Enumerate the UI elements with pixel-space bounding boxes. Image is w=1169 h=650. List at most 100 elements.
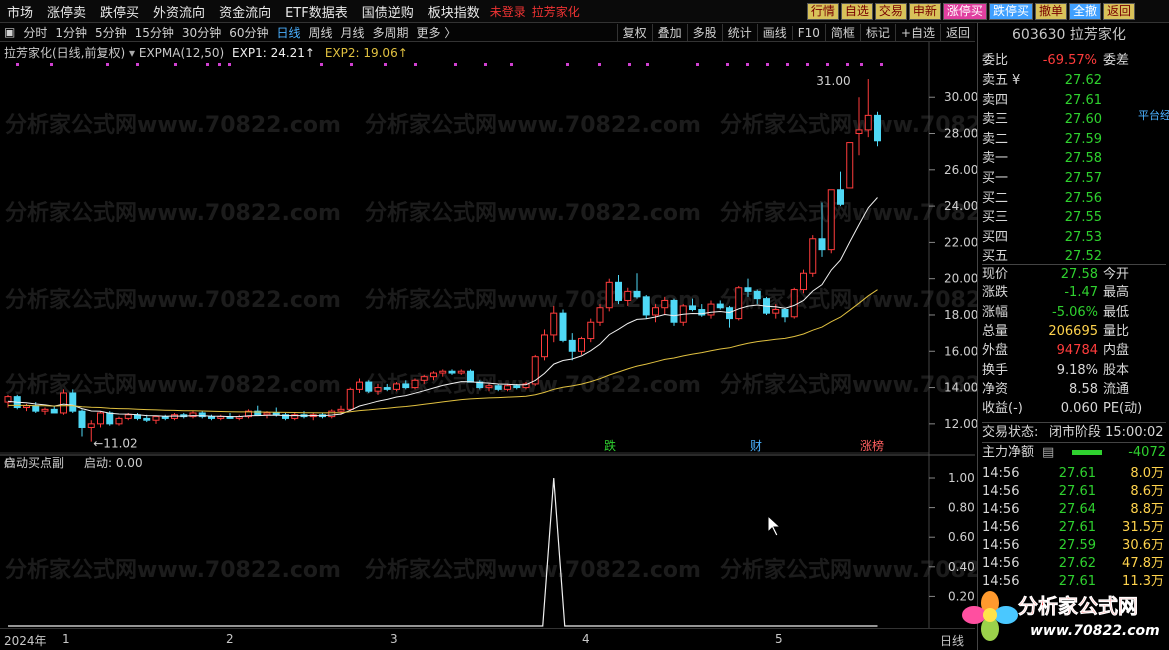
- ask-row[interactable]: 卖一 27.58: [982, 149, 1166, 168]
- cycle-dot: [350, 63, 353, 66]
- list-icon[interactable]: ▤: [1042, 443, 1054, 462]
- tick-row: 14:56 27.61 31.5万: [982, 518, 1166, 537]
- nav-limitdown-buy[interactable]: 跌停买: [93, 2, 146, 21]
- ask-row[interactable]: 卖二 27.59: [982, 130, 1166, 149]
- period-tab-8[interactable]: 月线: [337, 24, 369, 41]
- cancel-order-button[interactable]: 撤单: [1034, 3, 1067, 20]
- ask-price: 27.60: [1064, 112, 1102, 127]
- watermark-text: 分析家公式网www.70822.com: [365, 557, 701, 583]
- nav-capital-flow[interactable]: 资金流向: [212, 2, 278, 21]
- watchlist-button[interactable]: 自选: [840, 3, 873, 20]
- ask-label: 卖五: [982, 73, 1009, 88]
- tool-draw[interactable]: 画线: [756, 24, 792, 41]
- tool-stats[interactable]: 统计: [721, 24, 757, 41]
- tick-volume: 8.0万: [1130, 466, 1164, 481]
- cycle-dot: [766, 63, 769, 66]
- tool-f10[interactable]: F10: [791, 25, 825, 40]
- stat-row: 净资 8.58 流通: [982, 380, 1166, 399]
- period-tab-3[interactable]: 15分钟: [131, 24, 178, 41]
- period-tab-7[interactable]: 周线: [305, 24, 337, 41]
- tool-mark[interactable]: 标记: [859, 24, 895, 41]
- stat-label-2: 股本: [1103, 362, 1130, 378]
- trade-button[interactable]: 交易: [874, 3, 907, 20]
- stat-row: 涨幅 -5.06% 最低: [982, 303, 1166, 322]
- tool-overlay[interactable]: 叠加: [651, 24, 687, 41]
- candle-up: [152, 416, 160, 421]
- candle-down: [689, 305, 696, 311]
- back-button[interactable]: 返回: [1102, 3, 1135, 20]
- platform-label[interactable]: 平台经: [1138, 106, 1169, 125]
- stat-row: 外盘 94784 内盘: [982, 341, 1166, 360]
- sub-tick-label: 0.60: [948, 530, 975, 544]
- month-label-3: 3: [390, 632, 398, 646]
- event-marker[interactable]: 涨榜: [860, 438, 884, 453]
- stat-label-2: 最高: [1103, 285, 1130, 301]
- square-icon[interactable]: ▣: [0, 25, 19, 39]
- ipo-button[interactable]: 申新: [908, 3, 941, 20]
- period-tab-5[interactable]: 60分钟: [225, 24, 272, 41]
- nav-market[interactable]: 市场: [0, 2, 40, 21]
- candle-down: [383, 387, 391, 390]
- event-marker[interactable]: 跌: [604, 438, 616, 453]
- tool-back[interactable]: 返回: [939, 24, 975, 41]
- nav-limitup-sell[interactable]: 涨停卖: [40, 2, 93, 21]
- bid-price: 27.55: [1064, 210, 1102, 225]
- limitdown-sell-button[interactable]: 跌停买: [988, 3, 1033, 20]
- flow-bar: [1072, 450, 1102, 455]
- login-status[interactable]: 未登录: [487, 3, 529, 20]
- stock-name-tag: 拉芳家化: [531, 4, 580, 19]
- cancel-all-button[interactable]: 全撤: [1068, 3, 1101, 20]
- sub-chart-value: 启动: 0.00: [84, 456, 143, 470]
- quote-panel: 603630 拉芳家化 委比 -69.57% 委差 卖五 27.62 ¥ 卖四 27.6…: [977, 23, 1169, 650]
- cycle-dot: [846, 63, 849, 66]
- top-dots: [16, 63, 883, 66]
- candle-up: [596, 307, 604, 323]
- period-tab-more[interactable]: 更多 〉: [413, 24, 461, 41]
- tick-price: 27.64: [1058, 502, 1096, 517]
- period-tab-9[interactable]: 多周期: [369, 24, 413, 41]
- tick-price: 27.61: [1058, 466, 1096, 481]
- candle-down: [78, 410, 86, 428]
- nav-foreign-flow[interactable]: 外资流向: [146, 2, 212, 21]
- period-tab-daily[interactable]: 日线: [272, 24, 304, 41]
- cycle-dot: [206, 63, 209, 66]
- toolbar-buttons: 行情 自选 交易 申新 涨停买 跌停买 撤单 全撤 返回: [806, 3, 1135, 20]
- tool-adjust[interactable]: 复权: [616, 24, 652, 41]
- expand-icon[interactable]: ▾: [129, 46, 135, 60]
- ask-row[interactable]: 卖五 27.62 ¥: [982, 71, 1166, 90]
- y-tick-label: 22.00: [944, 235, 977, 249]
- year-label: 2024年: [4, 634, 47, 648]
- cycle-dot: [50, 63, 53, 66]
- tick-row: 14:56 27.59 30.6万: [982, 536, 1166, 555]
- bid-row[interactable]: 买三 27.55: [982, 208, 1166, 227]
- candle-up: [790, 289, 798, 318]
- candle-up: [652, 307, 659, 316]
- nav-bond-repo[interactable]: 国债逆购: [355, 2, 421, 21]
- tool-simple[interactable]: 简框: [824, 24, 860, 41]
- month-label-1: 1: [62, 632, 70, 646]
- period-tab-1[interactable]: 1分钟: [51, 24, 91, 41]
- tool-multi[interactable]: 多股: [686, 24, 722, 41]
- candle-up: [457, 370, 465, 374]
- flow-label: 主力净额: [982, 445, 1035, 460]
- nav-sector-index[interactable]: 板块指数: [421, 2, 487, 21]
- tick-time: 14:56: [982, 502, 1020, 517]
- event-marker[interactable]: 财: [750, 439, 762, 453]
- period-tab-0[interactable]: 分时: [19, 24, 51, 41]
- candle-down: [365, 381, 373, 392]
- tool-add-watch[interactable]: +自选: [894, 24, 940, 41]
- cycle-dot: [228, 63, 231, 66]
- period-tab-4[interactable]: 30分钟: [178, 24, 225, 41]
- nav-etf-table[interactable]: ETF数据表: [278, 2, 355, 21]
- period-tab-2[interactable]: 5分钟: [91, 24, 131, 41]
- chart-area[interactable]: 分析家公式网www.70822.com 分析家公式网www.70822.com 分析…: [0, 42, 977, 628]
- candle-down: [494, 385, 502, 390]
- bid-row[interactable]: 买一 27.57: [982, 169, 1166, 188]
- period-bar: ▣ 分时 1分钟 5分钟 15分钟 30分钟 60分钟 日线 周线 月线 多周期…: [0, 23, 975, 42]
- quote-button[interactable]: 行情: [806, 3, 839, 20]
- bid-row[interactable]: 买二 27.56: [982, 189, 1166, 208]
- limitup-buy-button[interactable]: 涨停买: [942, 3, 987, 20]
- bid-row[interactable]: 买四 27.53: [982, 228, 1166, 247]
- candle-up: [23, 405, 30, 409]
- indicator-name[interactable]: EXPMA(12,50): [139, 46, 224, 60]
